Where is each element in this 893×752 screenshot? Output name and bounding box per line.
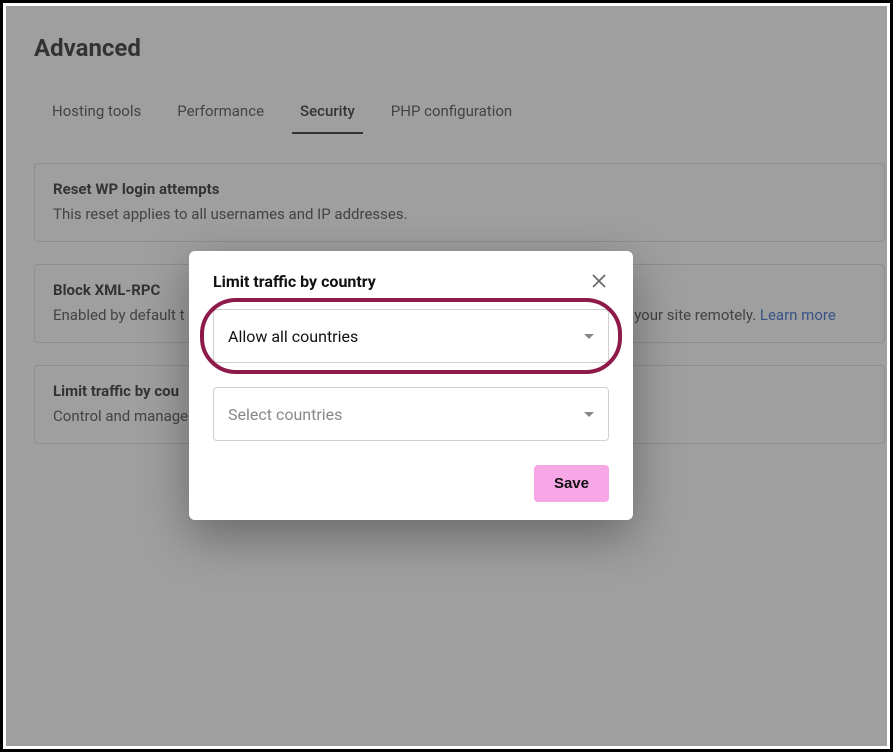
traffic-mode-select[interactable]: Allow all countries — [213, 309, 609, 363]
save-button-label: Save — [554, 475, 589, 492]
chevron-down-icon — [584, 334, 594, 339]
modal-title: Limit traffic by country — [213, 272, 376, 291]
select-value: Allow all countries — [228, 327, 358, 346]
close-icon — [591, 273, 607, 289]
close-button[interactable] — [589, 271, 609, 291]
save-button[interactable]: Save — [534, 465, 609, 502]
chevron-down-icon — [584, 412, 594, 417]
countries-select[interactable]: Select countries — [213, 387, 609, 441]
modal-footer: Save — [213, 465, 609, 502]
limit-traffic-modal: Limit traffic by country Allow all count… — [189, 251, 633, 520]
select-placeholder: Select countries — [228, 405, 342, 424]
modal-header: Limit traffic by country — [213, 271, 609, 291]
